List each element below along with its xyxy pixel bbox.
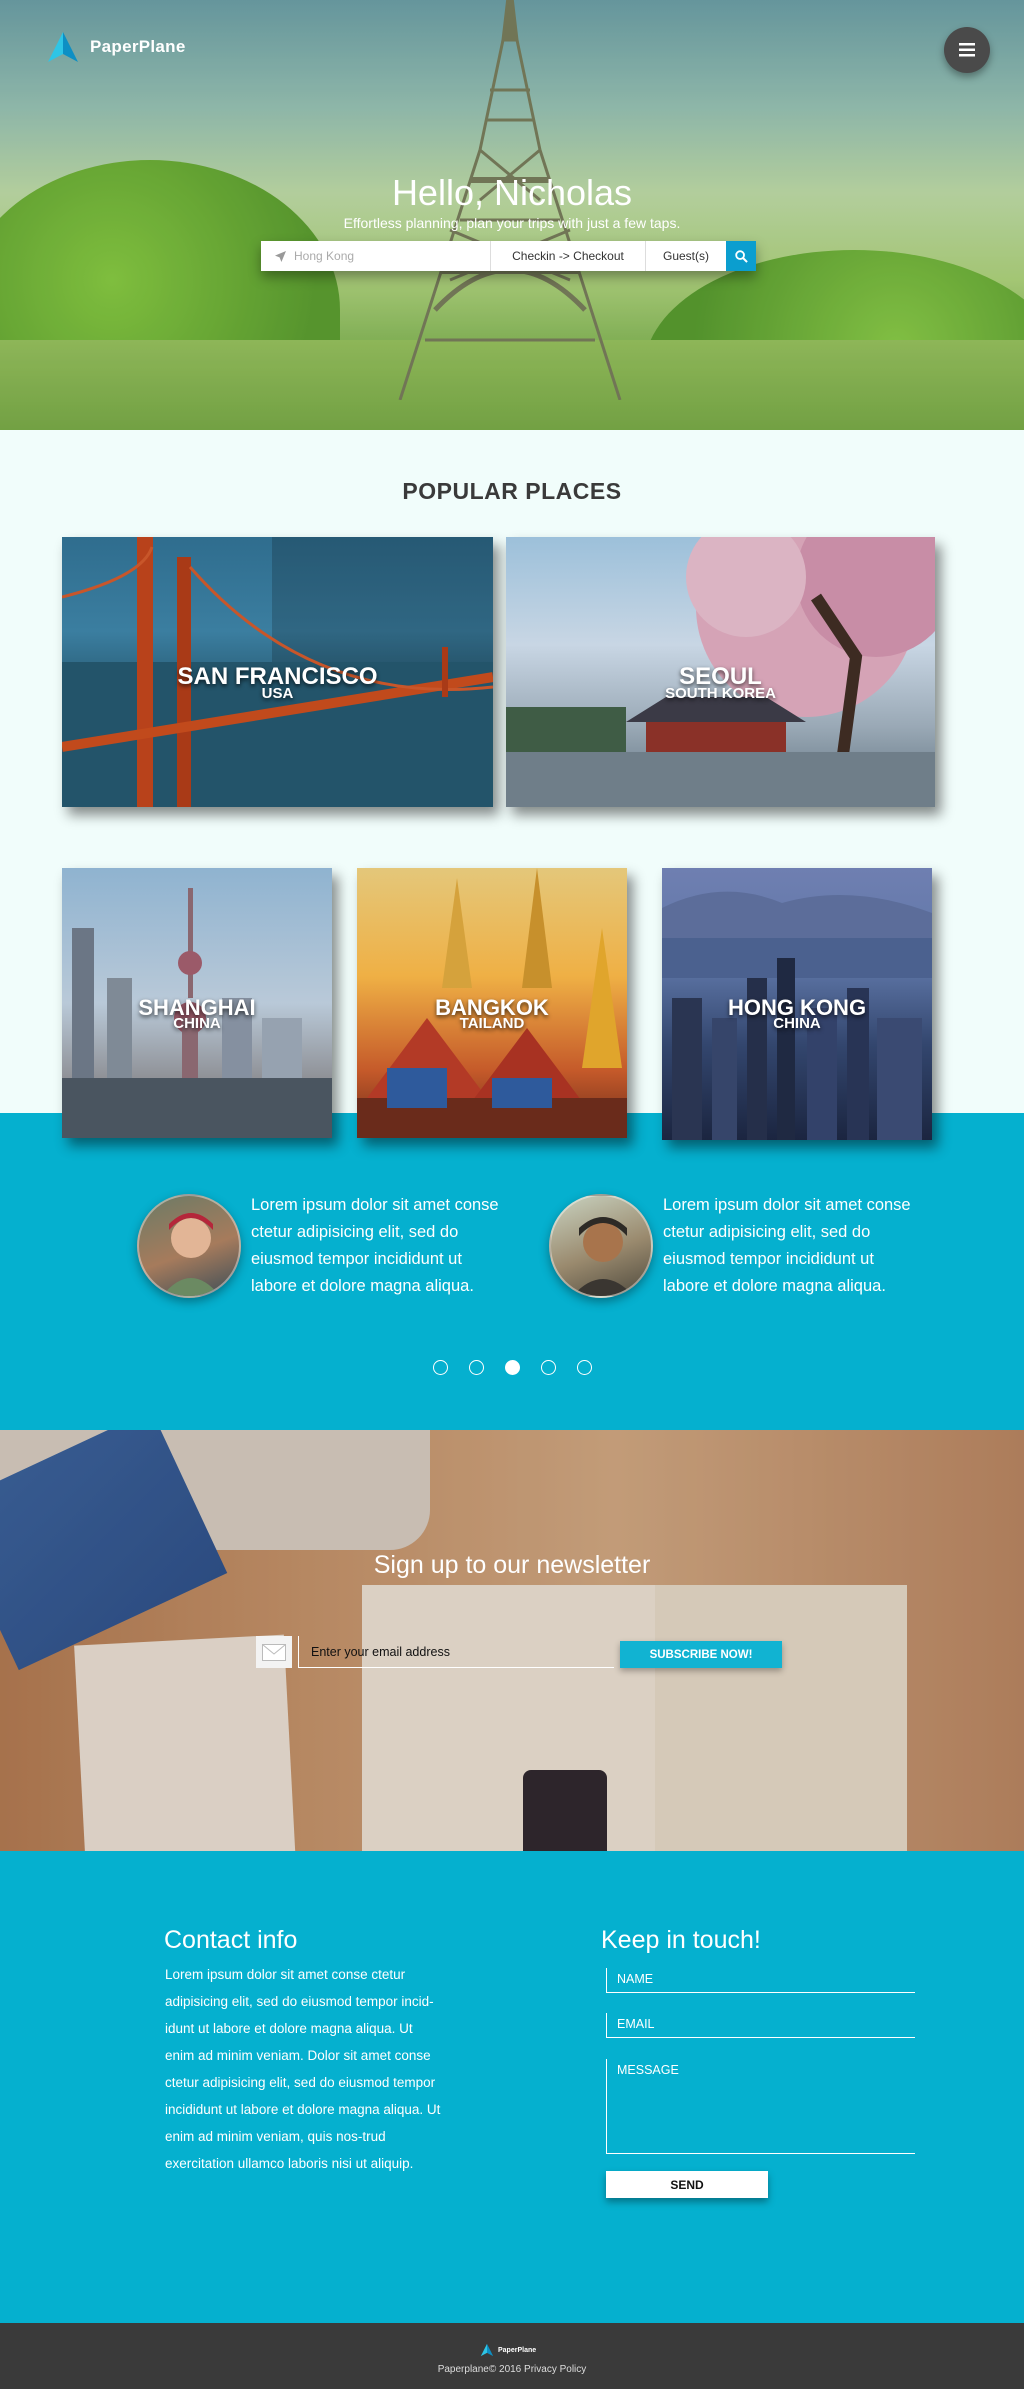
contact-info-body: Lorem ipsum dolor sit amet conse ctetur … [165,1967,441,2171]
footer-logo-text: PaperPlane [498,2346,537,2354]
place-card-bangkok[interactable]: BANGKOK TAILAND [357,868,627,1138]
dates-field[interactable]: Checkin -> Checkout [491,241,646,271]
place-country: TAILAND [459,1015,525,1032]
trip-search-bar: Hong Kong Checkin -> Checkout Guest(s) [261,241,756,271]
carousel-dot[interactable] [468,1360,484,1375]
newsletter-email-input[interactable]: Enter your email address [298,1636,614,1668]
place-card-san-francisco[interactable]: SAN FRANCISCO USA [62,537,493,807]
site-logo[interactable]: PaperPlane [46,30,186,64]
location-placeholder: Hong Kong [294,249,355,263]
greeting-subtitle: Effortless planning, plan your trips wit… [343,215,681,231]
carousel-dot-active[interactable] [504,1360,520,1375]
search-button[interactable] [726,241,756,271]
traveler-man-photo [572,1217,634,1296]
greeting-title: Hello, Nicholas [391,172,633,213]
testimonial-2: Lorem ipsum dolor sit amet conse ctetur … [549,1194,923,1300]
logo-text: PaperPlane [90,37,186,56]
place-country: USA [261,685,294,702]
location-arrow-icon [275,250,286,262]
copyright-text: Paperplane© 2016 [437,2364,522,2375]
paper-plane-logo-icon [48,32,78,62]
carousel-dot[interactable] [576,1360,592,1375]
avatar [137,1194,241,1298]
location-field[interactable]: Hong Kong [261,241,491,271]
message-field[interactable]: MESSAGE [606,2059,915,2154]
email-placeholder: Enter your email address [311,1644,450,1659]
privacy-policy-link[interactable]: Privacy Policy [524,2364,586,2375]
send-button[interactable]: SEND [606,2171,768,2198]
search-icon [734,249,748,263]
paper-plane-logo-icon [480,2343,494,2357]
place-country: CHINA [773,1015,821,1032]
footer-logo[interactable]: PaperPlane [480,2343,536,2357]
place-card-shanghai[interactable]: SHANGHAI CHINA [62,868,332,1138]
keep-in-touch-title: Keep in touch! [601,1926,761,1954]
email-field[interactable]: EMAIL [606,2013,915,2038]
newsletter-title: Sign up to our newsletter [373,1551,651,1579]
envelope-icon [256,1636,292,1668]
testimonial-text: Lorem ipsum dolor sit amet conse ctetur … [663,1196,911,1295]
popular-places-title: POPULAR PLACES [402,478,622,504]
menu-button[interactable] [944,27,990,73]
carousel-dot[interactable] [540,1360,556,1375]
place-card-seoul[interactable]: SEOUL SOUTH KOREA [506,537,935,807]
carousel-dot[interactable] [432,1360,448,1375]
avatar [549,1194,653,1298]
guests-field[interactable]: Guest(s) [646,241,726,271]
testimonial-1: Lorem ipsum dolor sit amet conse ctetur … [137,1194,511,1300]
hamburger-icon [959,43,975,57]
carousel-indicators [0,1360,1024,1375]
contact-info-title: Contact info [164,1926,298,1954]
place-country: SOUTH KOREA [665,685,776,702]
place-card-hong-kong[interactable]: HONG KONG CHINA [662,868,932,1140]
subscribe-button[interactable]: SUBSCRIBE NOW! [620,1641,782,1668]
traveler-woman-photo [162,1213,220,1296]
footer-copyright-line: Paperplane© 2016 Privacy Policy [0,2364,1024,2375]
testimonial-text: Lorem ipsum dolor sit amet conse ctetur … [251,1196,499,1295]
name-field[interactable]: NAME [606,1968,915,1993]
place-country: CHINA [173,1015,221,1032]
